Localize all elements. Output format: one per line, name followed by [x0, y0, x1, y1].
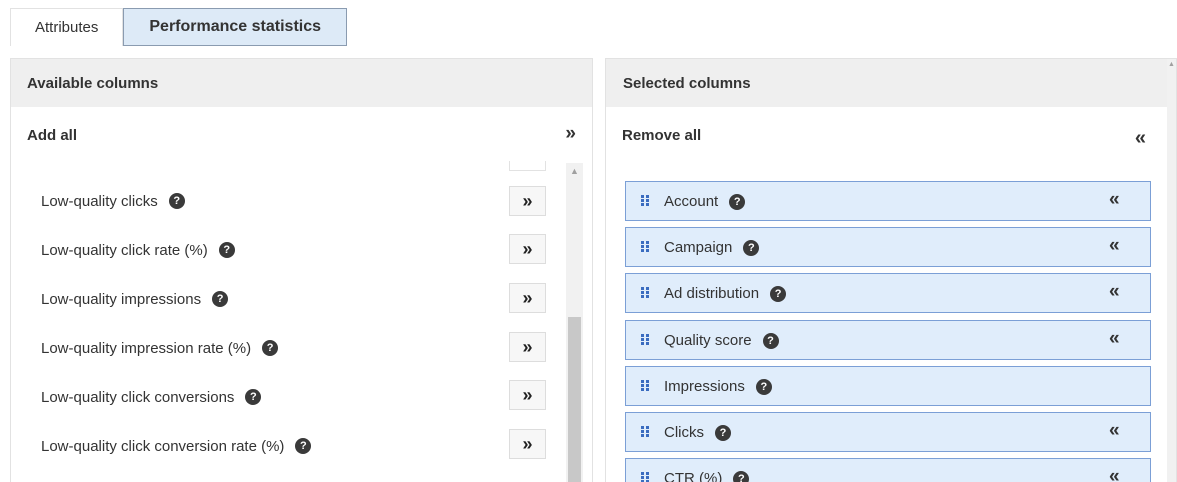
available-column-item: Low-quality click conversions?	[41, 385, 262, 409]
selected-column-label: Campaign	[664, 239, 733, 256]
drag-handle-icon[interactable]	[641, 334, 651, 346]
available-column-label: Low-quality click conversion rate (%)	[41, 437, 285, 455]
tab-performance-statistics[interactable]: Performance statistics	[123, 8, 348, 46]
help-icon[interactable]: ?	[743, 239, 760, 256]
selected-column-label: Clicks	[664, 424, 704, 441]
help-icon[interactable]: ?	[762, 332, 779, 349]
selected-column-item[interactable]: Clicks? «	[625, 412, 1151, 452]
add-column-button[interactable]: »	[509, 283, 546, 313]
drag-handle-icon[interactable]	[641, 380, 651, 392]
available-columns-panel: Available columns Add all » Low-quality …	[10, 58, 593, 482]
available-column-label: Low-quality clicks	[41, 192, 158, 210]
selected-columns-panel: Selected columns Remove all « Account? «C…	[605, 58, 1177, 482]
drag-handle-icon[interactable]	[641, 195, 651, 207]
available-columns-header: Available columns	[11, 59, 592, 107]
add-button-partial	[509, 161, 546, 171]
add-column-button[interactable]: »	[509, 234, 546, 264]
selected-column-label-wrap: Clicks?	[664, 424, 731, 441]
add-column-button[interactable]: »	[509, 186, 546, 216]
add-all-link[interactable]: Add all	[27, 127, 77, 144]
help-icon[interactable]: ?	[729, 193, 746, 210]
selected-column-label-wrap: Impressions?	[664, 378, 772, 395]
help-icon[interactable]: ?	[218, 242, 235, 258]
available-column-label: Low-quality click rate (%)	[41, 241, 208, 259]
available-column-label: Low-quality impressions	[41, 290, 202, 308]
selected-column-label: Quality score	[664, 332, 752, 349]
available-column-item: Low-quality clicks?	[41, 189, 185, 213]
add-column-button[interactable]: »	[509, 380, 546, 410]
available-column-item: Low-quality click conversion rate (%)?	[41, 434, 312, 458]
drag-handle-icon[interactable]	[641, 241, 651, 253]
add-all-icon[interactable]: »	[565, 123, 576, 145]
selected-column-label-wrap: Account?	[664, 193, 746, 210]
selected-column-label: Ad distribution	[664, 285, 760, 302]
add-column-button[interactable]: »	[509, 429, 546, 459]
selected-column-item[interactable]: Impressions?	[625, 366, 1151, 406]
tab-attributes[interactable]: Attributes	[10, 8, 124, 46]
remove-all-row: Remove all «	[606, 107, 1176, 161]
help-icon[interactable]: ?	[733, 470, 750, 482]
remove-column-button[interactable]: «	[1109, 189, 1120, 211]
remove-column-button[interactable]: «	[1109, 328, 1120, 350]
selected-column-label-wrap: CTR (%)?	[664, 470, 750, 482]
available-column-item: Low-quality click rate (%)?	[41, 238, 235, 262]
selected-column-label-wrap: Quality score?	[664, 332, 779, 349]
selected-column-label: Impressions	[664, 378, 745, 395]
available-columns-list: Low-quality clicks? » Low-quality click ra…	[11, 161, 551, 482]
remove-all-icon[interactable]: «	[1135, 127, 1146, 150]
selected-column-item[interactable]: Account? «	[625, 181, 1151, 221]
drag-handle-icon[interactable]	[641, 472, 651, 482]
remove-column-button[interactable]: «	[1109, 466, 1120, 482]
tab-bar: Attributes Performance statistics	[10, 8, 348, 48]
help-icon[interactable]: ?	[715, 424, 731, 441]
remove-column-button[interactable]: «	[1109, 420, 1120, 442]
scrollbar[interactable]: ▲	[566, 163, 583, 482]
selected-column-item[interactable]: Campaign? «	[625, 227, 1151, 267]
drag-handle-icon[interactable]	[641, 287, 651, 299]
remove-column-button[interactable]: «	[1109, 281, 1120, 303]
help-icon[interactable]: ?	[755, 378, 772, 395]
scroll-up-arrow-icon[interactable]: ▲	[566, 163, 583, 179]
selected-column-item[interactable]: CTR (%)? «	[625, 458, 1151, 482]
selected-column-label: Account	[664, 193, 719, 210]
add-column-button[interactable]: »	[509, 332, 546, 362]
selected-column-label-wrap: Campaign?	[664, 239, 760, 256]
selected-columns-header: Selected columns	[606, 59, 1176, 107]
help-icon[interactable]: ?	[262, 340, 279, 356]
available-column-item: Low-quality impression rate (%)?	[41, 336, 279, 360]
available-column-label: Low-quality click conversions	[41, 388, 235, 406]
scrollbar[interactable]: ▲	[1167, 59, 1176, 482]
help-icon[interactable]: ?	[245, 389, 262, 405]
scroll-thumb[interactable]	[568, 317, 581, 482]
help-icon[interactable]: ?	[168, 193, 185, 209]
available-column-item: Low-quality impressions?	[41, 287, 229, 311]
help-icon[interactable]: ?	[212, 291, 229, 307]
selected-column-item[interactable]: Quality score? «	[625, 320, 1151, 360]
add-all-row: Add all »	[11, 107, 592, 161]
remove-column-button[interactable]: «	[1109, 235, 1120, 257]
help-icon[interactable]: ?	[295, 438, 312, 454]
scroll-up-arrow-icon[interactable]: ▲	[1168, 61, 1175, 68]
selected-column-item[interactable]: Ad distribution? «	[625, 273, 1151, 313]
help-icon[interactable]: ?	[770, 285, 787, 302]
remove-all-link[interactable]: Remove all	[622, 127, 701, 144]
selected-column-label-wrap: Ad distribution?	[664, 285, 787, 302]
selected-column-label: CTR (%)	[664, 470, 723, 482]
available-column-label: Low-quality impression rate (%)	[41, 339, 252, 357]
drag-handle-icon[interactable]	[641, 426, 651, 438]
